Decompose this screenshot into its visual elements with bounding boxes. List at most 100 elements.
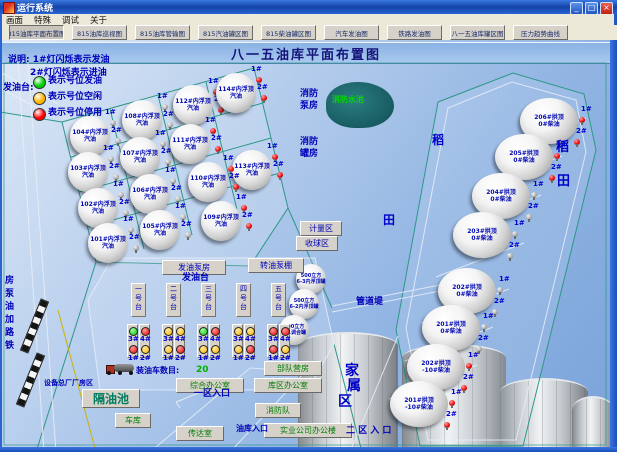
- storage-tank-gasoline[interactable]: 109#内浮顶汽油: [201, 201, 241, 241]
- building-label: 转油泵棚: [248, 258, 304, 273]
- tank-lamp-2-label: 2#: [181, 221, 192, 228]
- tank-id-label: 110#内浮顶: [190, 175, 226, 182]
- tank-product-label: -10#柴油: [405, 404, 433, 411]
- tank-product-label: -10#柴油: [422, 367, 450, 374]
- tank-lamp-1-label: 1#: [499, 276, 510, 283]
- menu-item-3[interactable]: 关于: [90, 14, 107, 26]
- storage-tank-gasoline[interactable]: 103#内浮顶汽油: [68, 152, 108, 192]
- tank-lamp-2-label: 2#: [111, 127, 122, 134]
- menu-item-2[interactable]: 调试: [62, 14, 79, 26]
- tank-lamp-2-label: 2#: [109, 163, 120, 170]
- map-text: 油库入口: [236, 425, 268, 433]
- tank-product-label: 汽油: [202, 182, 214, 189]
- tank-lamp-2: [526, 214, 532, 220]
- tank-lamp-2-label: 2#: [509, 242, 520, 249]
- map-text: 设备总厂厂房区: [44, 380, 93, 387]
- page-title: 八一五油库平面布置图: [231, 44, 381, 63]
- storage-tank-gasoline[interactable]: 101#内浮顶汽油: [88, 223, 128, 263]
- tank-lamp-2-label: 2#: [257, 84, 268, 91]
- toolbar-button-3[interactable]: 815汽油罐区图: [198, 25, 253, 40]
- storage-tank-gasoline[interactable]: 114#内浮顶汽油: [216, 73, 256, 113]
- platform-lamp: [164, 345, 173, 354]
- tank-lamp-2: [261, 95, 267, 101]
- tank-id-label: 6-3内浮顶罐: [296, 279, 325, 285]
- building-label: 计量区: [300, 221, 342, 236]
- tank-lamp-2-label: 2#: [119, 199, 130, 206]
- tank-lamp-1-label: 1#: [468, 352, 479, 359]
- window-title: 运行系统: [17, 1, 53, 14]
- platform-lamp: [176, 345, 185, 354]
- platform-lamp-label: 3#: [268, 336, 279, 343]
- platform-lamp-label: 2#: [140, 355, 151, 362]
- toolbar-button-0[interactable]: 815油库平面布置图: [9, 25, 64, 40]
- platform-lamp-label: 1#: [233, 355, 244, 362]
- building-label: 部队营房: [264, 361, 322, 376]
- tank-id-label: 204#拱顶: [486, 189, 516, 196]
- platform-column-4: 四号台: [236, 283, 251, 317]
- toolbar-button-5[interactable]: 汽车发油图: [324, 25, 379, 40]
- map-text: 稻: [556, 141, 569, 154]
- tank-id-label: 113#内浮顶: [234, 163, 270, 170]
- platform-column-1: 一号台: [131, 283, 146, 317]
- storage-tank-gasoline[interactable]: 106#内浮顶汽油: [130, 174, 170, 214]
- map-text: 田: [383, 214, 395, 226]
- tank-id-label: 105#内浮顶: [142, 223, 178, 230]
- tank-lamp-1-label: 1#: [105, 109, 116, 116]
- tank-id-label: 112#内浮顶: [175, 98, 211, 105]
- map-text: 油: [5, 303, 14, 312]
- map-text: 田: [557, 175, 570, 188]
- tank-lamp-1-label: 1#: [483, 313, 494, 320]
- tank-product-label: 0#柴油: [440, 328, 461, 335]
- truck-count-value: 20: [196, 366, 209, 375]
- building-label: 传达室: [176, 426, 224, 441]
- tank-lamp-1: [466, 363, 472, 369]
- tank-id-label: 205#拱顶: [509, 150, 539, 157]
- platform-lamp-label: 4#: [280, 336, 291, 343]
- platform-lamp: [234, 345, 243, 354]
- title-bar[interactable]: 运行系统 _ □ ×: [0, 0, 617, 14]
- toolbar-button-7[interactable]: 八一五油库罐区图: [450, 25, 505, 40]
- storage-tank-gasoline[interactable]: 105#内浮顶汽油: [140, 210, 180, 250]
- plant-map: 八一五油库平面布置图: [0, 0, 617, 452]
- toolbar-button-2[interactable]: 815油库管输图: [135, 25, 190, 40]
- view-toolbar: 815油库平面布置图 815油库巡视图 815油库管输图 815汽油罐区图 815柴油罐…: [2, 25, 617, 40]
- tank-lamp-1-label: 1#: [123, 216, 134, 223]
- toolbar-button-1[interactable]: 815油库巡视图: [72, 25, 127, 40]
- tank-product-label: 0#柴油: [490, 196, 511, 203]
- tank-product-label: 汽油: [215, 221, 227, 228]
- platform-lamp-label: 4#: [175, 336, 186, 343]
- legend-station-label: 发油台:: [3, 80, 34, 93]
- tank-lamp-1: [449, 400, 455, 406]
- map-text: 加: [5, 316, 14, 325]
- platform-column-2: 二号台: [166, 283, 181, 317]
- platform-lamp-label: 1#: [198, 355, 209, 362]
- menu-item-1[interactable]: 特殊: [34, 14, 51, 26]
- tank-lamp-2-label: 2#: [163, 111, 174, 118]
- tank-id-label: 202#拱顶: [452, 284, 482, 291]
- tank-lamp-1-label: 1#: [581, 106, 592, 113]
- map-text: 一区入口: [194, 390, 230, 399]
- photo-tank: [572, 396, 614, 449]
- toolbar-button-8[interactable]: 压力趋势曲线: [513, 25, 568, 40]
- toolbar-button-6[interactable]: 铁路发油图: [387, 25, 442, 40]
- storage-tank-gasoline[interactable]: 111#内浮顶汽油: [170, 124, 210, 164]
- tank-id-label: 108#内浮顶: [124, 113, 160, 120]
- tank-lamp-1-label: 1#: [533, 181, 544, 188]
- tank-lamp-2: [133, 245, 139, 251]
- tank-lamp-2-label: 2#: [242, 212, 253, 219]
- storage-tank-diesel[interactable]: 203#拱顶0#柴油: [453, 212, 511, 258]
- platform-lamp-label: 1#: [128, 355, 139, 362]
- tank-lamp-2: [185, 232, 191, 238]
- toolbar-button-4[interactable]: 815柴油罐区图: [261, 25, 316, 40]
- storage-tank-gasoline[interactable]: 107#内浮顶汽油: [120, 137, 160, 177]
- tank-lamp-2: [233, 184, 239, 190]
- map-text: 消防: [300, 138, 318, 147]
- storage-tank-diesel[interactable]: 201#拱顶-10#柴油: [390, 381, 448, 427]
- tank-id-label: 109#内浮顶: [203, 214, 239, 221]
- building-label: 消防队: [255, 403, 301, 418]
- storage-tank-gasoline[interactable]: 102#内浮顶汽油: [78, 188, 118, 228]
- menu-item-0[interactable]: 画面: [6, 14, 23, 26]
- legend-item-label: 表示号位发油: [48, 77, 102, 86]
- building-label: 实业公司办公楼: [264, 423, 352, 438]
- storage-tank-gasoline[interactable]: 110#内浮顶汽油: [188, 162, 228, 202]
